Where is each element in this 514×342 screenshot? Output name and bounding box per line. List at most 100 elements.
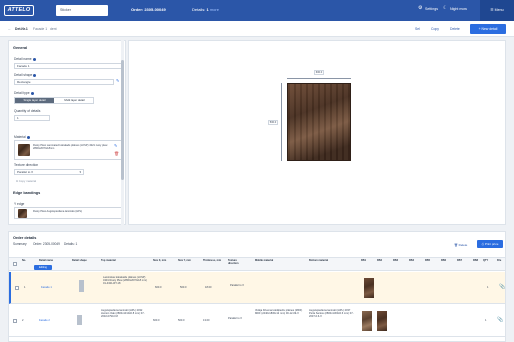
table-header: No. Detail name Detail shape Top materia… [9,257,505,271]
delete-action[interactable]: Delete [450,27,460,31]
detail-toolbar: ← Det.Nr.1 Facade 1 dent Sel Copy Delete… [0,21,514,37]
chevron-down-icon: ▾ [79,170,81,174]
col-bottom-material[interactable]: Bottom material [309,259,349,262]
texture-direction-select[interactable]: Parallel to X ▾ [14,169,84,175]
info-icon[interactable] [33,73,37,77]
table-row[interactable]: 2 Facade 2 Augstspiediena lamināti (HPL)… [9,305,505,337]
moon-icon[interactable]: ☾ [443,6,448,11]
details-count-value: 1 [206,7,209,12]
detail-name-input[interactable]: Facade 1 [14,63,122,69]
row-detail-name-link[interactable]: Facade 1 [41,286,52,289]
col-qty[interactable]: QTY [483,259,488,262]
breadcrumb-edit[interactable]: dent [50,27,57,31]
panel-scrollbar-thumb[interactable] [121,60,124,180]
details-more-link[interactable]: more [210,7,219,12]
edge-banding-card[interactable]: Rusty Plew Augstspiediena lamināts (HPL) [14,207,122,219]
order-details-title: Order details [13,236,37,240]
copy-action[interactable]: Copy [431,27,439,31]
info-icon[interactable] [30,91,34,95]
info-icon[interactable] [32,57,36,61]
select-all-checkbox[interactable] [13,262,17,266]
col-db1[interactable]: DB1 [361,259,366,262]
summary-label: Summary [13,242,27,246]
col-detail-name[interactable]: Detail name [39,259,59,262]
editing-badge: Editing [34,265,52,270]
col-middle-material[interactable]: Middle material [255,259,295,262]
col-texture[interactable]: Texture direction [228,259,248,265]
detail-name-label-text: Detail name [14,57,32,61]
details-label-text: Details: [192,7,206,12]
quantity-input[interactable]: 1 [14,115,50,121]
detail-board-preview[interactable] [287,83,351,161]
texture-direction-value: Parallel to X [17,170,34,174]
print-price-label: Print price [484,242,499,246]
col-db3[interactable]: DB3 [393,259,398,262]
attachment-icon[interactable]: 📎 [499,284,505,290]
edge-description: Rusty Plew Augstspiediena lamināts (HPL) [33,210,83,213]
order-number-label: Order: 2305-00049 [33,242,60,246]
col-size-y[interactable]: Size Y, mm [178,259,198,262]
row-bottom-material: Augstspiediena lamināti (HPL) 2037 Perla… [309,309,354,319]
edge-bandings-title: Edge bandings [13,191,41,195]
material-label: Material [14,135,30,139]
detail-type-label-text: Detail type [14,91,30,95]
col-no[interactable]: No. [22,259,26,262]
row-detail-name-link[interactable]: Facade 2 [39,319,50,322]
col-thickness[interactable]: Thickness, mm [203,259,223,262]
detail-shape-thumbnail [79,280,84,292]
edge-thumbnail [18,209,27,218]
height-dimension-badge[interactable]: 500.0 [268,120,278,125]
breadcrumb-detail-number[interactable]: Det.Nr.1 [15,27,28,31]
quantity-label: Quantity of details [14,109,41,113]
row-checkbox[interactable] [13,319,17,323]
col-size-x[interactable]: Size X, mm [153,259,173,262]
detail-shape-select[interactable]: Rectangle [14,79,114,85]
back-arrow-icon[interactable]: ← [8,27,11,31]
app-logo[interactable]: ATTELO [4,5,34,16]
col-db2[interactable]: DB2 [377,259,382,262]
col-db7[interactable]: DB7 [457,259,462,262]
width-dimension-line [287,78,351,79]
settings-link[interactable]: Settings [425,7,438,11]
edit-material-icon[interactable]: ✎ [114,143,117,148]
delete-material-icon[interactable]: 🗑 [114,151,119,156]
texture-direction-label: Texture direction [14,163,39,167]
details-count-label: Details: 1 more [192,7,219,12]
night-mode-link[interactable]: Night mow [450,7,467,11]
print-price-button[interactable]: ⎙ Print price [477,240,503,248]
col-db4[interactable]: DB4 [409,259,414,262]
copy-material-link[interactable]: ⧉ Copy material [16,179,36,183]
col-db5[interactable]: DB5 [425,259,430,262]
row-thickness: 13.00 [203,319,210,322]
attachment-icon[interactable]: 📎 [497,317,503,323]
row-texture: Parallel to X [228,317,242,320]
detail-type-label: Detail type [14,91,34,95]
details-number-label: Details: 1 [64,242,78,246]
row-checkbox[interactable] [15,286,19,290]
col-detail-shape[interactable]: Detail shape [72,259,90,262]
single-layer-option[interactable]: Single layer detail [15,98,54,103]
detail-name-label: Detail name [14,57,36,61]
col-db8[interactable]: DB8 [473,259,478,262]
info-icon[interactable] [26,135,30,139]
order-title: Order: 2305-00049 [131,7,166,12]
menu-button[interactable]: ☰ Menu [480,0,514,21]
width-dimension-badge[interactable]: 600.0 [314,70,324,75]
col-file[interactable]: File [497,259,501,262]
material-card[interactable]: Rusty Plew Laminated kokskads plātnes (L… [14,140,122,160]
detail-preview-canvas[interactable]: 600.0 500.0 [128,40,506,225]
col-top-material[interactable]: Top material [101,259,131,262]
breadcrumb-detail-name[interactable]: Facade 1 [33,27,47,31]
height-dimension-line [281,83,282,161]
select-action[interactable]: Sel [415,27,420,31]
multi-layer-option[interactable]: Multi layer detail [55,98,94,103]
delete-selected-link[interactable]: 🗑 Delete [454,243,467,247]
y-edge-label: Y edge [14,202,25,206]
new-detail-button[interactable]: + New detail [470,24,506,34]
settings-icon[interactable]: ⚙ [418,6,423,11]
col-db6[interactable]: DB6 [441,259,446,262]
edit-shape-icon[interactable]: ✎ [116,78,119,83]
order-search-input[interactable]: Sticker [56,5,108,16]
table-row[interactable]: 1 Facade 1 Laminētas kokskaidu plātnes (… [9,272,505,304]
copy-material-label: Copy material [18,179,37,183]
